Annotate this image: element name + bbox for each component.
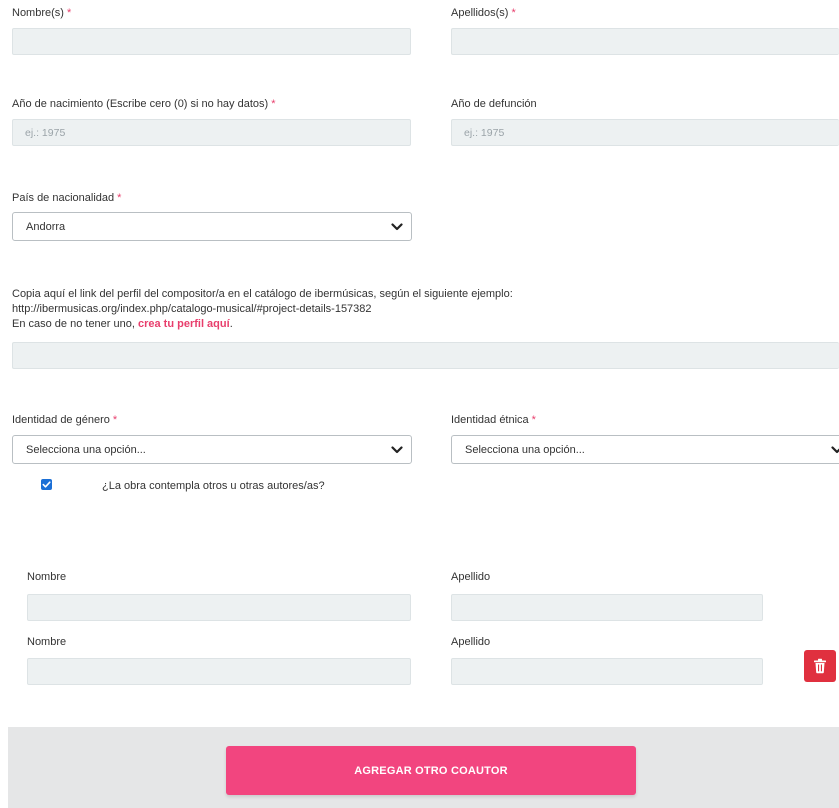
coautores-checkbox-label: ¿La obra contempla otros u otras autores…	[102, 480, 325, 492]
apellidos-label-text: Apellidos(s)	[451, 7, 509, 19]
perfil-example-url: http://ibermusicas.org/index.php/catalog…	[12, 303, 372, 315]
required-mark: *	[271, 98, 276, 110]
coauthor-form: Nombre(s) * Apellidos(s) * Año de nacimien…	[0, 0, 839, 808]
genero-label-text: Identidad de género	[12, 414, 110, 426]
nacimiento-label-text: Año de nacimiento (Escribe cero (0) si n…	[12, 98, 269, 110]
required-mark: *	[531, 414, 536, 426]
apellidos-input[interactable]	[451, 28, 839, 55]
coautor-2-nombre-field[interactable]	[40, 665, 410, 678]
chevron-down-icon	[391, 445, 403, 453]
nombres-label: Nombre(s) *	[12, 7, 71, 19]
coautor-apellido-label: Apellido	[451, 636, 491, 648]
coautores-checkbox[interactable]	[41, 479, 52, 490]
nombres-label-text: Nombre(s)	[12, 7, 64, 19]
check-icon	[42, 481, 51, 488]
defuncion-label-text: Año de defunción	[451, 98, 537, 110]
chevron-down-icon	[391, 222, 403, 230]
coautor-2-apellido-field[interactable]	[464, 665, 762, 678]
add-coautor-button[interactable]: AGREGAR OTRO COAUTOR	[226, 746, 636, 795]
nacimiento-label: Año de nacimiento (Escribe cero (0) si n…	[12, 98, 275, 110]
trash-icon	[814, 658, 826, 674]
crea-perfil-link[interactable]: crea tu perfil aquí	[138, 318, 230, 330]
coautor-apellido-label: Apellido	[451, 571, 491, 583]
required-mark: *	[511, 7, 516, 19]
genero-label: Identidad de género *	[12, 414, 117, 426]
defuncion-input[interactable]	[451, 119, 839, 146]
required-mark: *	[117, 192, 122, 204]
pais-select[interactable]: Andorra	[12, 212, 412, 241]
nacimiento-input-field[interactable]	[25, 126, 410, 139]
coautor-1-nombre-field[interactable]	[40, 601, 410, 614]
perfil-instructions-line1: Copia aquí el link del perfil del compos…	[12, 288, 513, 300]
genero-select[interactable]: Selecciona una opción...	[12, 435, 412, 464]
defuncion-label: Año de defunción	[451, 98, 537, 110]
coautor-nombre-label: Nombre	[27, 636, 67, 648]
coautor-1-nombre-input[interactable]	[27, 594, 411, 621]
perfil-line3-prefix: En caso de no tener uno,	[12, 318, 138, 330]
nombres-input-field[interactable]	[25, 35, 410, 48]
pais-label-text: País de nacionalidad	[12, 192, 115, 204]
pais-selected-value: Andorra	[26, 220, 66, 233]
etnica-select[interactable]: Selecciona una opción...	[451, 435, 839, 464]
perfil-line3-suffix: .	[229, 318, 233, 330]
pais-label: País de nacionalidad *	[12, 192, 121, 204]
coautor-1-apellido-input[interactable]	[451, 594, 763, 621]
nacimiento-input[interactable]	[12, 119, 411, 146]
perfil-link-input[interactable]	[12, 342, 839, 369]
apellidos-label: Apellidos(s) *	[451, 7, 516, 19]
coautor-2-apellido-input[interactable]	[451, 658, 763, 685]
perfil-instructions: Copia aquí el link del perfil del compos…	[12, 287, 513, 332]
defuncion-input-field[interactable]	[464, 126, 839, 139]
coautor-1-apellido-field[interactable]	[464, 601, 762, 614]
etnica-label: Identidad étnica *	[451, 414, 536, 426]
apellidos-input-field[interactable]	[464, 35, 839, 48]
etnica-label-text: Identidad étnica	[451, 414, 529, 426]
nombres-input[interactable]	[12, 28, 411, 55]
required-mark: *	[112, 414, 118, 426]
perfil-instructions-line3: En caso de no tener uno, crea tu perfil …	[12, 317, 513, 332]
delete-coautor-button[interactable]	[804, 650, 836, 682]
perfil-link-input-field[interactable]	[25, 349, 839, 362]
coautor-2-nombre-input[interactable]	[27, 658, 411, 685]
required-mark: *	[66, 7, 72, 19]
chevron-down-icon	[831, 445, 839, 453]
etnica-selected-value: Selecciona una opción...	[465, 443, 585, 456]
genero-selected-value: Selecciona una opción...	[26, 443, 146, 456]
coautor-nombre-label: Nombre	[27, 571, 67, 583]
